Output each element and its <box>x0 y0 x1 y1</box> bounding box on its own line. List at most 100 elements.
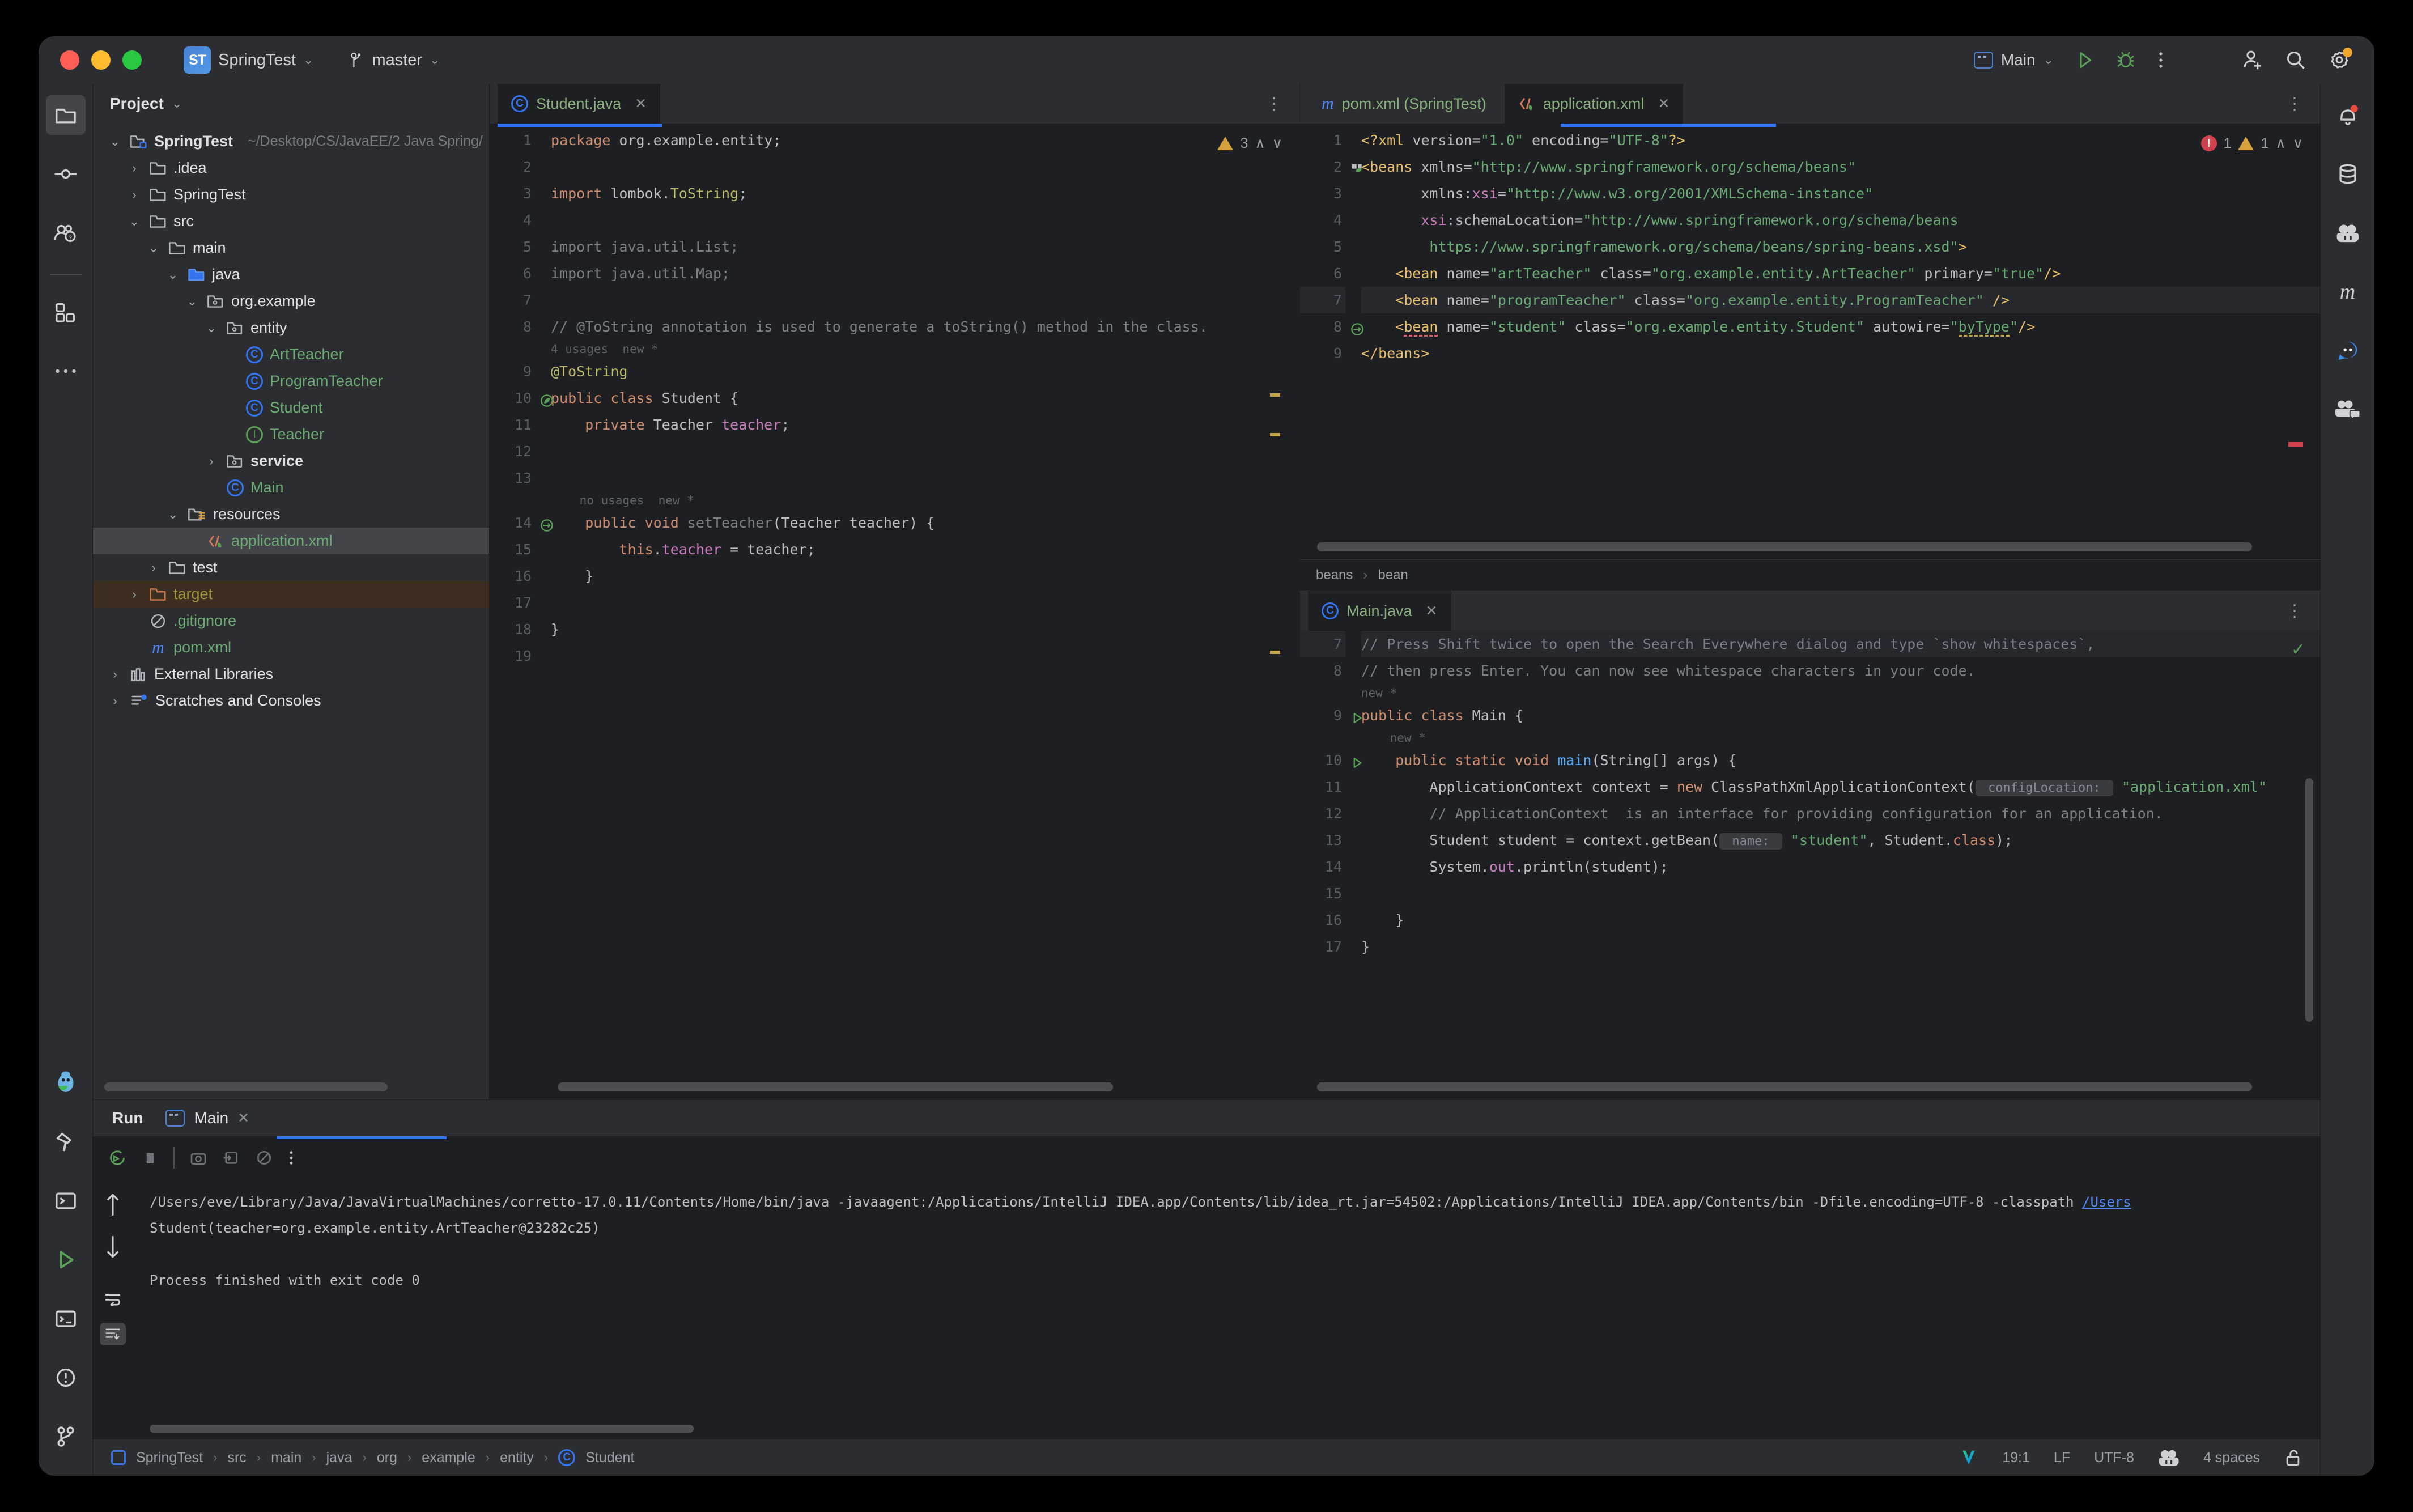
tree-item-teacher[interactable]: ITeacher <box>93 421 489 448</box>
code-line[interactable]: public void setTeacher(Teacher teacher) … <box>551 509 1299 536</box>
student-java-code[interactable]: 3 ∧ ∨ 12345678 910111213 141516171819pac… <box>490 127 1299 1082</box>
minimize-window-button[interactable] <box>91 50 111 70</box>
chevron-right-icon[interactable]: › <box>145 560 162 575</box>
chevron-right-icon[interactable]: › <box>107 667 124 682</box>
code-line[interactable]: import java.util.Map; <box>551 260 1299 287</box>
tree-item--idea[interactable]: ›.idea <box>93 155 489 181</box>
code-line[interactable]: import java.util.List; <box>551 233 1299 260</box>
more-tools-icon[interactable] <box>46 351 86 391</box>
scroll-down-icon[interactable] <box>105 1234 121 1260</box>
code-line[interactable]: </beans> <box>1361 340 2320 367</box>
code-content-left[interactable]: 12345678 910111213 141516171819package o… <box>490 127 1299 669</box>
tree-item-main[interactable]: CMain <box>93 474 489 501</box>
status-breadcrumb-item[interactable]: org <box>377 1450 397 1466</box>
chevron-down-icon[interactable]: ⌄ <box>172 96 182 111</box>
status-breadcrumb-item[interactable]: entity <box>500 1450 534 1466</box>
branch-selector[interactable]: master ⌄ <box>341 48 448 73</box>
code-line[interactable]: this.teacher = teacher; <box>551 536 1299 563</box>
notifications-bell-icon[interactable] <box>2328 95 2368 135</box>
code-line[interactable] <box>551 465 1299 491</box>
search-icon[interactable] <box>2285 49 2306 71</box>
tree-item-springtest[interactable]: ›SpringTest <box>93 181 489 208</box>
code-line[interactable]: public class Student { <box>551 385 1299 411</box>
code-line[interactable] <box>551 207 1299 233</box>
breadcrumb-bean[interactable]: bean <box>1378 567 1408 583</box>
console-text[interactable]: /Users/eve/Library/Java/JavaVirtualMachi… <box>133 1177 2320 1425</box>
tree-item-entity[interactable]: ⌄entity <box>93 315 489 341</box>
suppress-icon[interactable] <box>255 1149 273 1167</box>
tree-item-application-xml[interactable]: application.xml <box>93 528 489 554</box>
chevron-right-icon[interactable]: › <box>126 587 143 602</box>
close-icon[interactable]: ✕ <box>1658 95 1669 112</box>
xml-hscrollbar[interactable] <box>1317 542 2252 551</box>
rerun-icon[interactable] <box>108 1148 127 1167</box>
main-java-vscrollbar[interactable] <box>2305 778 2313 1022</box>
code-line[interactable]: private Teacher teacher; <box>551 411 1299 438</box>
code-content-xml[interactable]: 123456789<?xml version="1.0" encoding="U… <box>1300 127 2320 367</box>
inspection-widget-left[interactable]: 3 ∧ ∨ <box>1217 135 1282 152</box>
tab-application-xml[interactable]: application.xml ✕ <box>1505 84 1684 124</box>
error-marker[interactable] <box>2288 442 2303 447</box>
code-lines[interactable]: // Press Shift twice to open the Search … <box>1361 631 2320 960</box>
chevron-right-icon[interactable]: › <box>203 454 220 469</box>
code-line[interactable]: xmlns:xsi="http://www.w3.org/2001/XMLSch… <box>1361 180 2320 207</box>
code-line[interactable]: import lombok.ToString; <box>551 180 1299 207</box>
tree-item-student[interactable]: CStudent <box>93 394 489 421</box>
ai-assistant-icon[interactable] <box>46 1063 86 1103</box>
chevron-right-icon[interactable]: › <box>126 161 143 176</box>
editor-left-hscrollbar[interactable] <box>558 1082 1113 1091</box>
chevron-down-icon[interactable]: ⌄ <box>145 241 162 256</box>
status-breadcrumb-item[interactable]: java <box>326 1450 352 1466</box>
code-line[interactable] <box>551 438 1299 465</box>
status-breadcrumb-item[interactable]: SpringTest <box>136 1450 203 1466</box>
code-line[interactable]: @ToString <box>551 358 1299 385</box>
close-icon[interactable]: ✕ <box>1426 602 1438 619</box>
console-hscrollbar[interactable] <box>150 1425 694 1433</box>
code-line[interactable] <box>1361 880 2320 907</box>
window-controls[interactable] <box>60 50 142 70</box>
status-breadcrumb-item[interactable]: main <box>271 1450 301 1466</box>
status-breadcrumb[interactable]: SpringTest›src›main›java›org›example›ent… <box>136 1449 634 1466</box>
tree-item-external-libraries[interactable]: ›External Libraries <box>93 661 489 687</box>
code-line[interactable]: System.out.println(student); <box>1361 853 2320 880</box>
plugins-icon[interactable] <box>46 292 86 332</box>
chevron-down-icon[interactable]: ⌄ <box>107 134 124 149</box>
console-output-area[interactable]: /Users/eve/Library/Java/JavaVirtualMachi… <box>133 1177 2320 1439</box>
more-vertical-icon[interactable] <box>288 1149 295 1167</box>
code-line[interactable] <box>551 287 1299 313</box>
code-line[interactable]: // Press Shift twice to open the Search … <box>1361 631 2320 657</box>
main-java-code[interactable]: ✓ 78 9 1011121314151617// Press Shift tw… <box>1300 631 2320 1082</box>
code-line[interactable]: <bean name="student" class="org.example.… <box>1361 313 2320 340</box>
chevron-down-icon[interactable]: ⌄ <box>164 267 181 282</box>
debug-icon[interactable] <box>2116 50 2135 70</box>
run-tab-main[interactable]: Main ✕ <box>165 1109 249 1127</box>
tree-item-src[interactable]: ⌄src <box>93 208 489 235</box>
code-line[interactable]: <bean name="programTeacher" class="org.e… <box>1361 287 2320 313</box>
terminal-icon[interactable] <box>46 1181 86 1221</box>
camera-icon[interactable] <box>189 1149 207 1167</box>
run-gutter-icon[interactable] <box>1350 752 1365 779</box>
status-breadcrumb-item[interactable]: Student <box>585 1450 634 1466</box>
code-line[interactable] <box>551 589 1299 616</box>
code-line[interactable]: <bean name="artTeacher" class="org.examp… <box>1361 260 2320 287</box>
debug-console-icon[interactable] <box>46 1299 86 1339</box>
code-line[interactable]: // then press Enter. You can now see whi… <box>1361 657 2320 684</box>
tree-item-test[interactable]: ›test <box>93 554 489 581</box>
autowire-gutter-icon[interactable] <box>1350 318 1365 345</box>
status-breadcrumb-item[interactable]: example <box>422 1450 475 1466</box>
bean-gutter-icon[interactable] <box>539 390 554 417</box>
code-line[interactable]: Student student = context.getBean( name:… <box>1361 827 2320 853</box>
indent-setting[interactable]: 4 spaces <box>2203 1450 2260 1466</box>
project-tree-hscrollbar[interactable] <box>104 1082 388 1091</box>
stop-icon[interactable] <box>142 1149 159 1166</box>
unlocked-icon[interactable] <box>2284 1448 2302 1467</box>
inspection-widget-right[interactable]: ! 1 1 ∧ ∨ <box>2201 135 2303 152</box>
file-encoding[interactable]: UTF-8 <box>2094 1450 2134 1466</box>
tree-item-resources[interactable]: ⌄resources <box>93 501 489 528</box>
scroll-to-end-icon[interactable] <box>100 1323 126 1345</box>
code-line[interactable]: <beans xmlns="http://www.springframework… <box>1361 154 2320 180</box>
console-file-link[interactable]: /Users <box>2082 1194 2131 1210</box>
code-content-main[interactable]: 78 9 1011121314151617// Press Shift twic… <box>1300 631 2320 960</box>
code-line[interactable]: } <box>1361 933 2320 960</box>
code-line[interactable]: public class Main { <box>1361 702 2320 729</box>
